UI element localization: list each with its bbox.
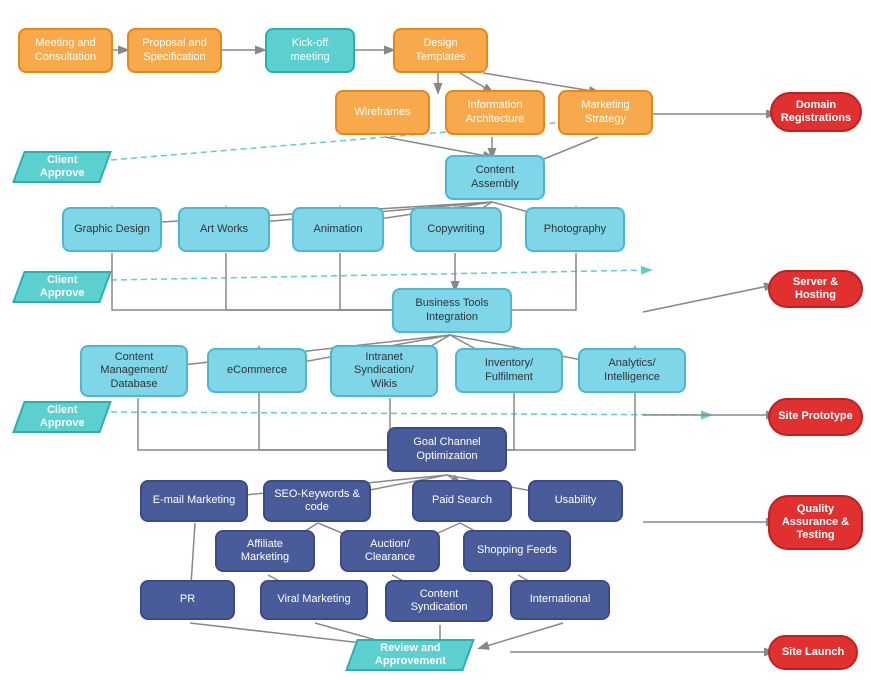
affiliate-node: AffiliateMarketing bbox=[215, 530, 315, 572]
domain-reg-node: DomainRegistrations bbox=[770, 92, 862, 132]
goal-channel-node: Goal ChannelOptimization bbox=[387, 427, 507, 472]
usability-node: Usability bbox=[528, 480, 623, 522]
inventory-node: Inventory/Fulfilment bbox=[455, 348, 563, 393]
auction-node: Auction/Clearance bbox=[340, 530, 440, 572]
pr-node: PR bbox=[140, 580, 235, 620]
qa-testing-node: QualityAssurance &Testing bbox=[768, 495, 863, 550]
seo-node: SEO-Keywords &code bbox=[263, 480, 371, 522]
graphic-design-node: Graphic Design bbox=[62, 207, 162, 252]
copywriting-node: Copywriting bbox=[410, 207, 502, 252]
connectors-svg bbox=[0, 0, 871, 680]
server-hosting-node: Server & Hosting bbox=[768, 270, 863, 308]
info-arch-node: InformationArchitecture bbox=[445, 90, 545, 135]
meeting-node: Meeting andConsultation bbox=[18, 28, 113, 73]
diagram: Meeting andConsultation Proposal andSpec… bbox=[0, 0, 871, 680]
proposal-node: Proposal andSpecification bbox=[127, 28, 222, 73]
site-prototype-node: Site Prototype bbox=[768, 398, 863, 436]
client-approve-2: ClientApprove bbox=[12, 267, 112, 307]
client-approve-3: ClientApprove bbox=[12, 397, 112, 437]
content-syndication-node: ContentSyndication bbox=[385, 580, 493, 622]
animation-node: Animation bbox=[292, 207, 384, 252]
biz-tools-node: Business ToolsIntegration bbox=[392, 288, 512, 333]
art-works-node: Art Works bbox=[178, 207, 270, 252]
cms-node: ContentManagement/Database bbox=[80, 345, 188, 397]
analytics-node: Analytics/Intelligence bbox=[578, 348, 686, 393]
shopping-feeds-node: Shopping Feeds bbox=[463, 530, 571, 572]
marketing-strat-node: MarketingStrategy bbox=[558, 90, 653, 135]
design-templates-node: DesignTemplates bbox=[393, 28, 488, 73]
ecommerce-node: eCommerce bbox=[207, 348, 307, 393]
wireframes-node: Wireframes bbox=[335, 90, 430, 135]
kickoff-node: Kick-offmeeting bbox=[265, 28, 355, 73]
site-launch-node: Site Launch bbox=[768, 635, 858, 670]
viral-marketing-node: Viral Marketing bbox=[260, 580, 368, 620]
paid-search-node: Paid Search bbox=[412, 480, 512, 522]
email-marketing-node: E-mail Marketing bbox=[140, 480, 248, 522]
content-assembly-node: ContentAssembly bbox=[445, 155, 545, 200]
international-node: International bbox=[510, 580, 610, 620]
client-approve-1: ClientApprove bbox=[12, 147, 112, 187]
photography-node: Photography bbox=[525, 207, 625, 252]
review-node: Review andApprovement bbox=[345, 635, 475, 675]
intranet-node: IntranetSyndication/Wikis bbox=[330, 345, 438, 397]
